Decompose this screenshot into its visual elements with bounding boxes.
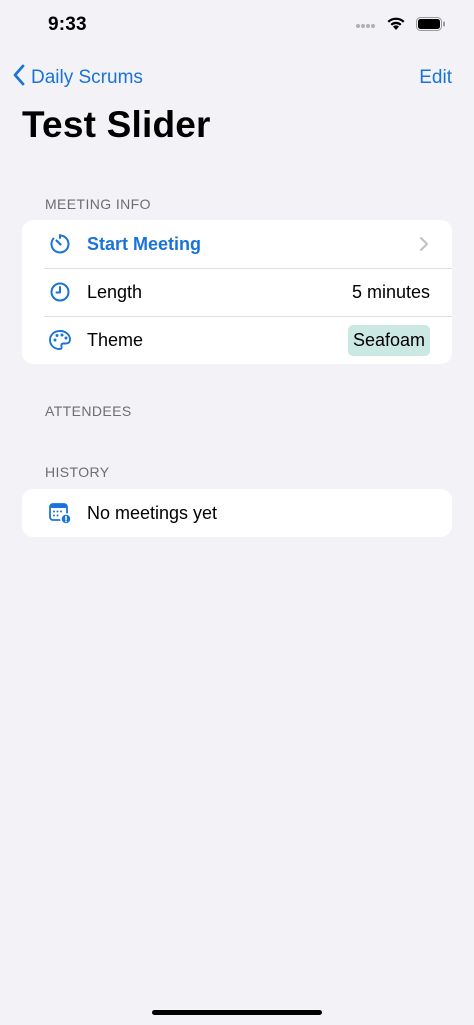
clock-icon [48,280,72,304]
status-time: 9:33 [48,14,87,35]
cellular-signal-icon [356,17,376,35]
theme-badge: Seafoam [347,324,430,356]
home-indicator[interactable] [152,1010,322,1015]
history-group: No meetings yet [22,489,452,537]
battery-icon [416,16,446,36]
navigation-bar: Daily Scrums Edit [0,56,474,100]
theme-label: Theme [87,329,144,350]
meeting-info-group: Start Meeting Length 5 minutes Theme Sea… [22,220,452,364]
status-bar: 9:33 [0,0,474,54]
section-header-history: HISTORY [45,464,110,480]
start-meeting-label: Start Meeting [87,233,202,254]
section-header-attendees: ATTENDEES [45,403,132,419]
length-value: 5 minutes [351,281,430,302]
back-button[interactable]: Daily Scrums [12,64,143,92]
timer-icon [48,232,72,256]
status-icons [356,16,446,36]
chevron-right-icon [418,235,430,253]
calendar-badge-exclamation-icon [48,501,72,525]
theme-row: Theme Seafoam [22,316,452,364]
section-header-meeting-info: MEETING INFO [45,196,151,212]
length-row: Length 5 minutes [22,268,452,316]
palette-icon [48,328,72,352]
edit-button[interactable]: Edit [419,67,452,89]
history-empty-row: No meetings yet [22,489,452,537]
no-meetings-label: No meetings yet [87,502,218,523]
start-meeting-row[interactable]: Start Meeting [22,220,452,268]
chevron-left-icon [12,64,25,92]
length-label: Length [87,281,143,302]
back-button-label: Daily Scrums [31,67,143,88]
wifi-icon [386,16,406,36]
page-title: Test Slider [22,104,211,145]
